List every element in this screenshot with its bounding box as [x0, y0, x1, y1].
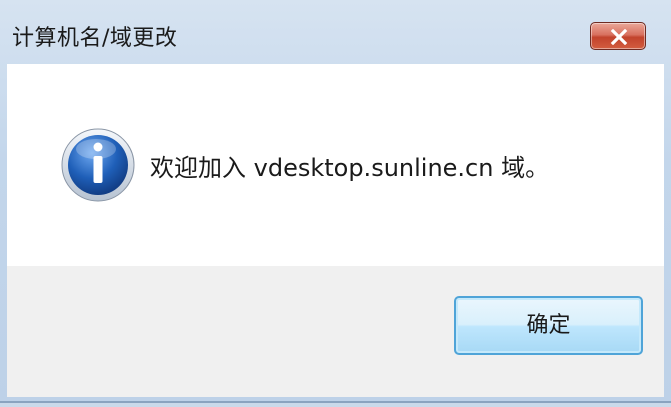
dialog-title: 计算机名/域更改 [12, 26, 178, 51]
close-button[interactable] [590, 22, 646, 50]
title-bar[interactable]: 计算机名/域更改 [0, 0, 671, 64]
ok-button[interactable]: 确定 [454, 296, 643, 355]
button-bar: 确定 [7, 266, 664, 397]
message-text: 欢迎加入 vdesktop.sunline.cn 域。 [150, 154, 550, 182]
close-icon [610, 29, 628, 45]
message-area: 欢迎加入 vdesktop.sunline.cn 域。 [7, 64, 664, 266]
info-icon [61, 128, 135, 202]
dialog-window: 计算机名/域更改 欢迎加入 vdesktop.sunline.cn 域。 确定 [0, 0, 671, 403]
